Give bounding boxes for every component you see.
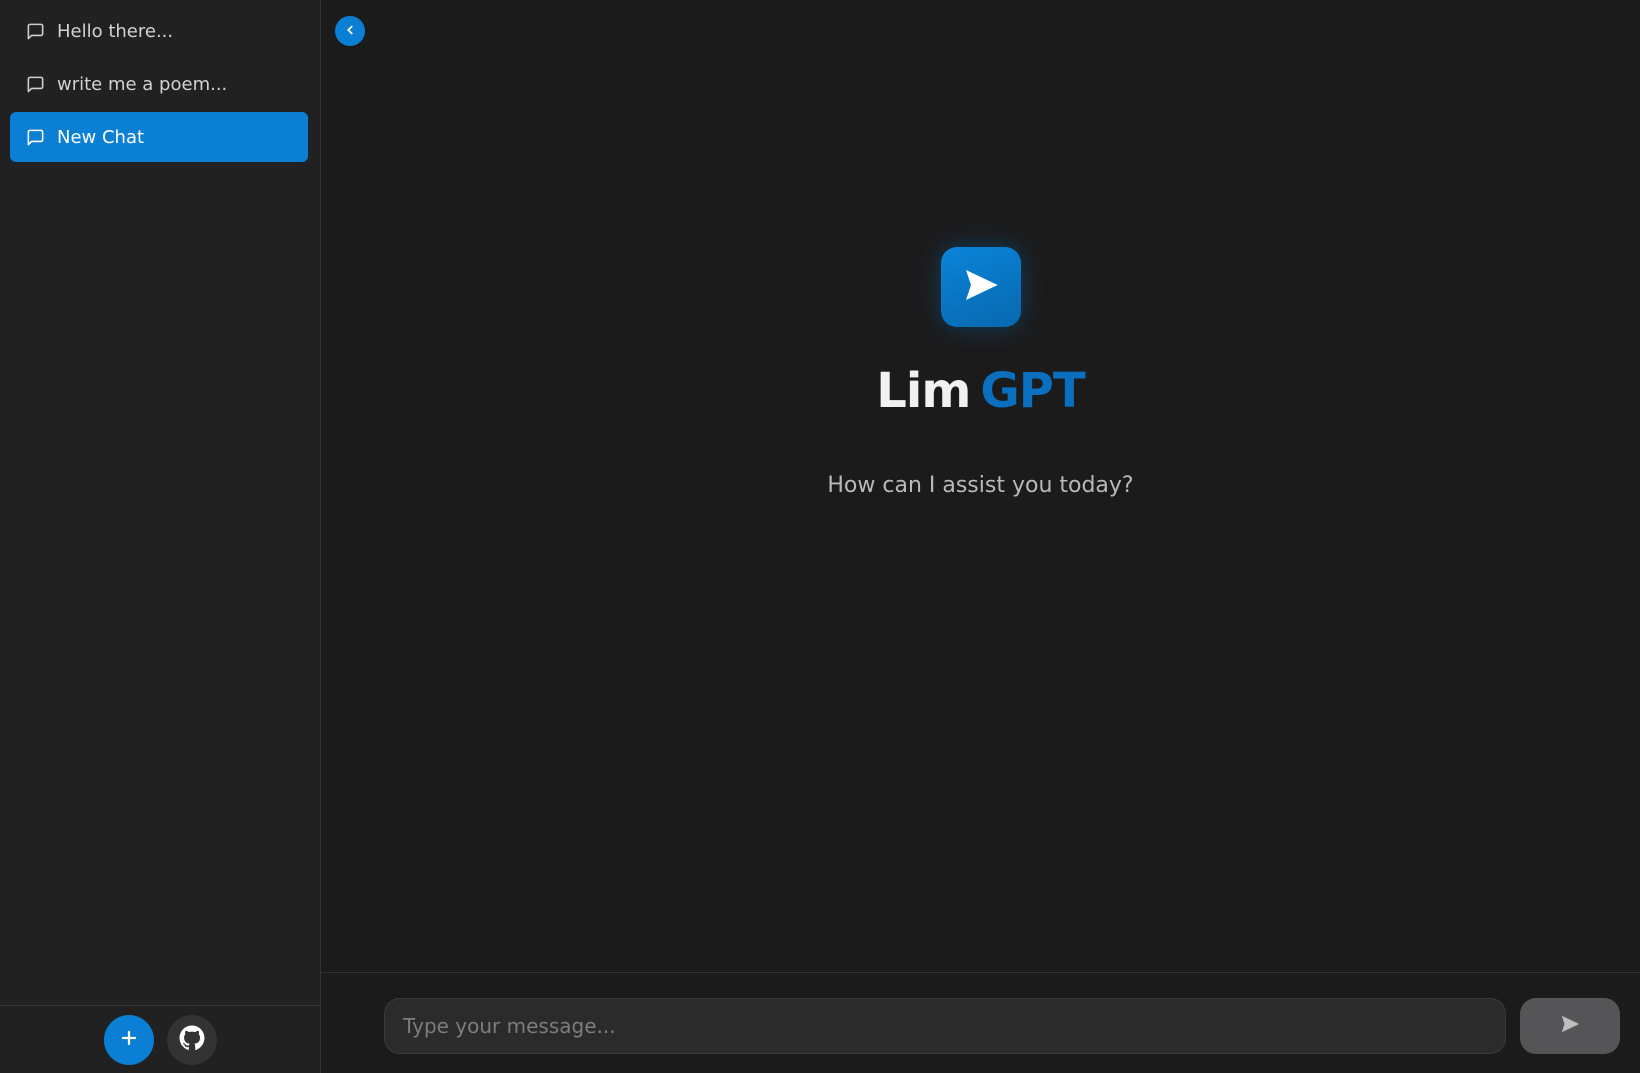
chat-item-label: Hello there... — [57, 20, 174, 42]
github-button[interactable] — [166, 1014, 217, 1065]
message-input-wrapper — [384, 998, 1506, 1054]
message-input[interactable] — [385, 999, 1505, 1053]
welcome-section: Lim GPT How can I assist you today? — [321, 247, 1640, 498]
send-button[interactable] — [1520, 998, 1620, 1054]
message-composer — [321, 972, 1640, 1073]
brand-name-part1: Lim — [876, 363, 971, 419]
chevron-left-icon — [343, 22, 357, 41]
app-logo — [940, 247, 1021, 327]
brand-name-part2: GPT — [980, 363, 1085, 419]
chat-item-hello-there[interactable]: Hello there... — [10, 6, 308, 56]
chat-item-label: write me a poem... — [57, 73, 228, 95]
chat-item-new-chat[interactable]: New Chat — [10, 112, 308, 162]
send-icon — [1559, 1013, 1581, 1039]
collapse-sidebar-button[interactable] — [335, 16, 365, 46]
chat-list: Hello there... write me a poem... New Ch… — [0, 0, 320, 162]
plus-icon — [120, 1029, 138, 1051]
new-chat-button[interactable] — [103, 1014, 154, 1065]
message-square-icon — [25, 21, 45, 41]
chat-item-label: New Chat — [57, 126, 145, 148]
message-square-icon — [25, 74, 45, 94]
app-window: Hello there... write me a poem... New Ch… — [0, 0, 1640, 1073]
chat-item-write-poem[interactable]: write me a poem... — [10, 59, 308, 109]
github-icon — [179, 1025, 205, 1055]
sidebar-footer — [0, 1005, 320, 1073]
main-panel: Lim GPT How can I assist you today? — [321, 0, 1640, 1073]
welcome-subtitle: How can I assist you today? — [827, 473, 1134, 498]
send-icon — [961, 265, 1001, 309]
message-square-icon — [25, 127, 45, 147]
brand-title: Lim GPT — [876, 367, 1085, 415]
sidebar: Hello there... write me a poem... New Ch… — [0, 0, 321, 1073]
